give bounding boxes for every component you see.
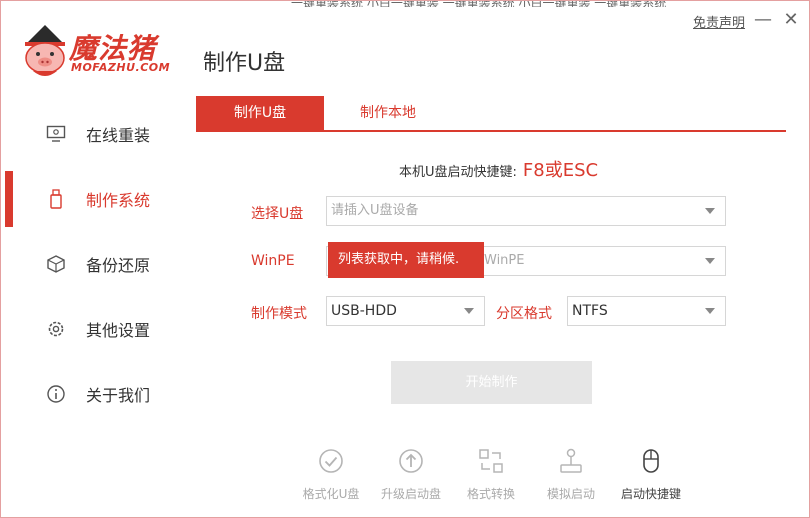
tool-upgrade-boot-disk[interactable]: 升级启动盘	[373, 447, 449, 502]
usb-device-select[interactable]: 请插入U盘设备	[326, 196, 726, 226]
brand-logo: 魔法猪 MOFAZHU.COM	[19, 25, 184, 81]
sidebar-item-online-reinstall[interactable]: 在线重装	[45, 119, 150, 149]
partition-label: 分区格式	[496, 306, 552, 322]
loading-tooltip: 列表获取中，请稍候.	[328, 242, 484, 278]
joystick-icon	[560, 448, 582, 473]
usb-select-label: 选择U盘	[251, 206, 304, 222]
box-backup-icon	[45, 253, 67, 275]
usb-drive-icon	[45, 188, 67, 210]
tab-bar: 制作U盘 制作本地	[196, 96, 786, 132]
tool-label: 模拟启动	[546, 487, 595, 501]
tool-boot-hotkey[interactable]: 启动快捷键	[613, 447, 689, 502]
start-make-button[interactable]: 开始制作	[391, 361, 592, 404]
chevron-down-icon	[705, 258, 715, 264]
tool-label: 格式化U盘	[302, 487, 360, 501]
tool-format-convert[interactable]: 格式转换	[453, 447, 529, 502]
usb-select-placeholder: 请插入U盘设备	[331, 203, 419, 218]
monitor-icon	[45, 123, 67, 145]
sidebar-item-label: 在线重装	[86, 126, 151, 145]
brand-name-en: MOFAZHU.COM	[71, 61, 171, 74]
sidebar-item-make-system[interactable]: 制作系统	[45, 184, 150, 214]
info-icon	[45, 383, 67, 405]
winpe-select-value: WinPE	[484, 253, 525, 268]
sidebar-item-label: 制作系统	[86, 191, 151, 210]
background-window-strip: 一键重装系统 小白一键重装 一键重装系统 小白一键重装 一键重装系统	[291, 1, 671, 7]
hotkey-info: 本机U盘启动快捷键: F8或ESC	[399, 156, 598, 182]
page-title: 制作U盘	[203, 51, 286, 76]
check-circle-icon	[319, 449, 343, 473]
tool-format-usb[interactable]: 格式化U盘	[293, 447, 369, 502]
convert-icon	[479, 449, 503, 473]
mouse-icon	[643, 449, 659, 473]
close-button[interactable]: ✕	[780, 9, 802, 31]
hotkey-value: F8或ESC	[522, 160, 599, 181]
minimize-button[interactable]: —	[752, 9, 774, 31]
gear-icon	[45, 318, 67, 340]
upload-circle-icon	[399, 449, 423, 473]
sidebar-item-about-us[interactable]: 关于我们	[45, 379, 150, 409]
mode-select[interactable]: USB-HDD	[326, 296, 485, 326]
mode-label: 制作模式	[251, 306, 307, 322]
pig-mascot-icon	[25, 25, 65, 76]
chevron-down-icon	[705, 308, 715, 314]
disclaimer-link[interactable]: 免责声明	[693, 12, 745, 31]
partition-select-value: NTFS	[572, 303, 608, 319]
sidebar-item-label: 其他设置	[86, 321, 151, 340]
chevron-down-icon	[464, 308, 474, 314]
partition-select[interactable]: NTFS	[567, 296, 726, 326]
sidebar-item-label: 关于我们	[86, 386, 151, 405]
tool-label: 格式转换	[466, 487, 515, 501]
tool-simulate-boot[interactable]: 模拟启动	[533, 447, 609, 502]
chevron-down-icon	[705, 208, 715, 214]
hotkey-label: 本机U盘启动快捷键:	[399, 165, 517, 180]
winpe-label: WinPE	[251, 253, 295, 269]
tool-label: 升级启动盘	[380, 487, 441, 501]
mode-select-value: USB-HDD	[331, 303, 397, 319]
sidebar-active-indicator	[5, 171, 13, 227]
tab-make-usb[interactable]: 制作U盘	[196, 96, 324, 130]
sidebar-item-label: 备份还原	[86, 256, 151, 275]
sidebar-item-other-settings[interactable]: 其他设置	[45, 314, 150, 344]
tool-label: 启动快捷键	[620, 487, 681, 501]
app-window: 一键重装系统 小白一键重装 一键重装系统 小白一键重装 一键重装系统 魔法猪 M…	[0, 0, 810, 518]
tab-make-local[interactable]: 制作本地	[324, 96, 452, 130]
sidebar-item-backup-restore[interactable]: 备份还原	[45, 249, 150, 279]
